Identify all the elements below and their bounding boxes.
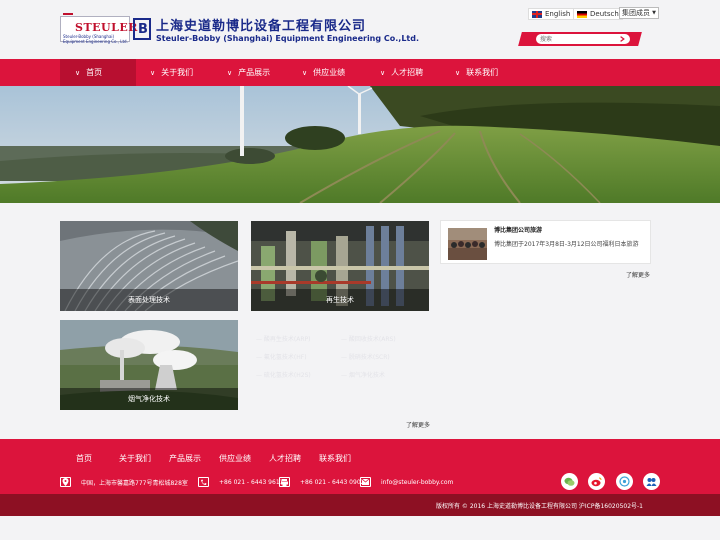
logo-mark (63, 13, 73, 19)
footer-phone: +86 021 - 6443 9611 (198, 477, 283, 487)
company-name-cn: 上海史道勒博比设备工程有限公司 (156, 19, 367, 34)
search-bar (518, 32, 642, 46)
german-flag-icon (577, 10, 587, 18)
tile-caption: 表面处理技术 (60, 289, 238, 311)
footer-link-products[interactable]: 产品展示 (169, 453, 201, 464)
group-members-select[interactable]: 集团成员 ▼ (619, 7, 659, 19)
logo-b-icon: B (133, 18, 151, 40)
tech-link[interactable]: — 烟气净化技术 (341, 370, 385, 379)
footer-address-text: 中国，上海市馨嘉路777号青松城828室 (81, 479, 188, 487)
nav-item-about[interactable]: ∨ 关于我们 (150, 59, 193, 86)
tile-caption: 再生技术 (251, 289, 429, 311)
nav-label: 关于我们 (161, 68, 194, 77)
footer: 首页 关于我们 产品展示 供应业绩 人才招聘 联系我们 中国，上海市馨嘉路777… (0, 439, 720, 494)
footer-fax-text: +86 021 - 6443 0902 (300, 478, 365, 486)
header: STEULER Steuler-Bobby (Shanghai) Equipme… (0, 0, 720, 59)
tech-link[interactable]: — 酸回收技术(ARS) (341, 334, 396, 343)
lang-deutsch-label: Deutsch (590, 10, 619, 18)
tech-link[interactable]: — 酸再生技术(ARP) (256, 334, 310, 343)
nav-label: 首页 (86, 68, 103, 77)
lang-deutsch[interactable]: Deutsch (573, 8, 623, 20)
learn-more-link[interactable]: 了解更多 (406, 420, 430, 429)
logo-box: STEULER Steuler-Bobby (Shanghai) Equipme… (60, 13, 137, 44)
phone-icon (198, 477, 209, 487)
nav-item-careers[interactable]: ∨ 人才招聘 (380, 59, 423, 86)
qq-icon[interactable] (616, 473, 633, 490)
footer-link-about[interactable]: 关于我们 (119, 453, 151, 464)
tile-caption: 烟气净化技术 (60, 388, 238, 410)
logo-text: STEULER (75, 21, 138, 34)
search-icon[interactable] (619, 35, 627, 43)
copyright-text: 版权所有 © 2016 上海史道勒博比设备工程有限公司 沪ICP备1602050… (436, 503, 643, 510)
group-members-label: 集团成员 (622, 9, 650, 17)
nav-label: 产品展示 (238, 68, 271, 77)
tech-link[interactable]: — 氟化氢技术(HF) (256, 352, 307, 361)
nav-label: 供应业绩 (313, 68, 346, 77)
lang-english[interactable]: English (528, 8, 575, 20)
footer-address: 中国，上海市馨嘉路777号青松城828室 (60, 477, 188, 487)
landscape-image (0, 86, 720, 203)
lang-english-label: English (545, 10, 571, 18)
search-input[interactable] (536, 34, 630, 44)
weibo-icon[interactable] (588, 473, 605, 490)
tile-regeneration[interactable]: 再生技术 (251, 221, 429, 311)
chevron-down-icon: ∨ (455, 68, 461, 77)
wechat-icon[interactable] (561, 473, 578, 490)
footer-fax: +86 021 - 6443 0902 (279, 477, 364, 487)
chevron-down-icon: ∨ (75, 68, 81, 77)
footer-link-home[interactable]: 首页 (76, 453, 92, 464)
chevron-down-icon: ∨ (302, 68, 308, 77)
tech-link[interactable]: — 硫化氢技术(H2S) (256, 370, 311, 379)
nav-item-supply[interactable]: ∨ 供应业绩 (302, 59, 345, 86)
location-icon (60, 477, 71, 487)
main-nav: ∨ 首页 ∨ 关于我们 ∨ 产品展示 ∨ 供应业绩 ∨ 人才招聘 ∨ 联系我们 (0, 59, 720, 86)
chevron-down-icon: ∨ (227, 68, 233, 77)
logo-subtext: Steuler-Bobby (Shanghai) Equipment Engin… (63, 34, 128, 44)
news-learn-more-link[interactable]: 了解更多 (626, 270, 650, 279)
footer-phone-text: +86 021 - 6443 9611 (219, 478, 284, 486)
news-title[interactable]: 博比集团公司旅游 (494, 225, 542, 234)
fax-icon (279, 477, 290, 487)
footer-link-supply[interactable]: 供应业绩 (219, 453, 251, 464)
chevron-down-icon: ∨ (380, 68, 386, 77)
tile-flue-gas[interactable]: 烟气净化技术 (60, 320, 238, 410)
dropdown-arrow-icon: ▼ (652, 10, 656, 16)
footer-link-contact[interactable]: 联系我们 (319, 453, 351, 464)
tech-link[interactable]: — 脱硝技术(SCR) (341, 352, 390, 361)
footer-email-text[interactable]: info@steuler-bobby.com (381, 479, 453, 486)
nav-item-home[interactable]: ∨ 首页 (60, 59, 136, 86)
renren-icon[interactable] (643, 473, 660, 490)
mail-icon (360, 477, 371, 487)
page-bottom (0, 516, 720, 540)
nav-item-contact[interactable]: ∨ 联系我们 (455, 59, 498, 86)
news-thumbnail (448, 228, 487, 260)
chevron-down-icon: ∨ (150, 68, 156, 77)
tile-surface-treatment[interactable]: 表面处理技术 (60, 221, 238, 311)
news-summary: 博比集团于2017年3月8日-3月12日公司福利日本旅游 (494, 241, 639, 248)
footer-link-careers[interactable]: 人才招聘 (269, 453, 301, 464)
tech-links: — 酸再生技术(ARP) — 酸回收技术(ARS) — 氟化氢技术(HF) — … (251, 326, 429, 390)
copyright-bar: 版权所有 © 2016 上海史道勒博比设备工程有限公司 沪ICP备1602050… (0, 494, 720, 516)
company-name-en: Steuler-Bobby (Shanghai) Equipment Engin… (156, 34, 420, 43)
logo[interactable]: STEULER Steuler-Bobby (Shanghai) Equipme… (60, 13, 152, 44)
uk-flag-icon (532, 10, 542, 18)
footer-email[interactable]: info@steuler-bobby.com (360, 477, 453, 487)
nav-label: 人才招聘 (391, 68, 424, 77)
news-card[interactable]: 博比集团公司旅游 博比集团于2017年3月8日-3月12日公司福利日本旅游 (440, 220, 651, 264)
nav-label: 联系我们 (466, 68, 499, 77)
hero-banner (0, 86, 720, 203)
nav-item-products[interactable]: ∨ 产品展示 (227, 59, 270, 86)
